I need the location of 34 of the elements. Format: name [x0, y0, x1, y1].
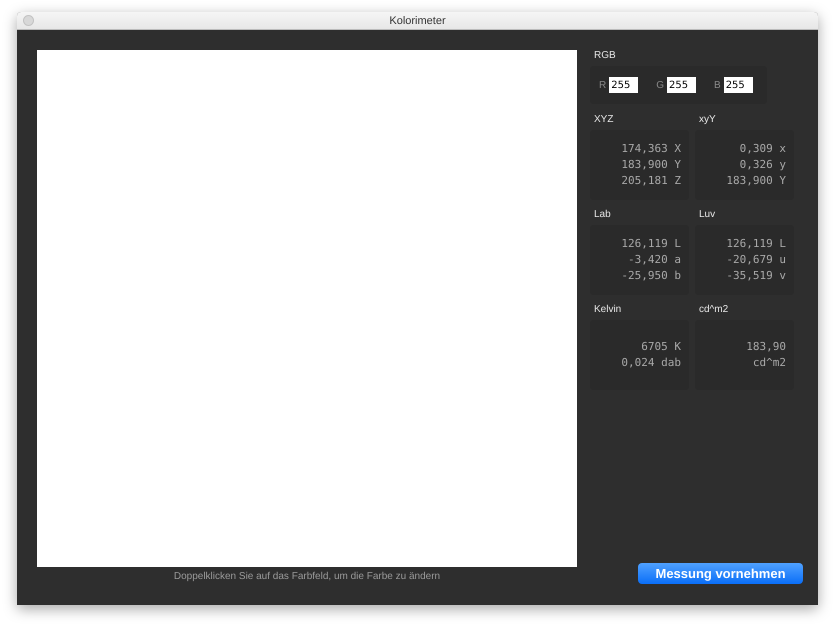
channel-input[interactable]: 255	[724, 77, 753, 93]
value-text: 126,119 L	[726, 236, 786, 252]
value-text: 0,024 dab	[621, 355, 681, 371]
panel-title: RGB	[593, 50, 617, 61]
channel-input[interactable]: 255	[667, 77, 696, 93]
channel-label: G	[656, 80, 664, 90]
panel-title: Luv	[698, 209, 716, 220]
panel-title: cd^m2	[698, 304, 730, 315]
measure-button[interactable]: Messung vornehmen	[638, 563, 803, 584]
color-swatch[interactable]	[37, 50, 577, 567]
value-text: -3,420 a	[628, 252, 681, 268]
value-text: 183,900 Y	[621, 157, 681, 173]
channel-label: B	[714, 80, 721, 90]
value-text: 0,326 y	[740, 157, 786, 173]
panel-title: XYZ	[593, 114, 614, 125]
value-text: -25,950 b	[621, 268, 681, 284]
close-button[interactable]	[23, 15, 34, 26]
panel-title: Kelvin	[593, 304, 622, 315]
value-text: 126,119 L	[621, 236, 681, 252]
panel-title: xyY	[698, 114, 717, 125]
value-text: 183,900 Y	[726, 173, 786, 189]
window-title: Kolorimeter	[389, 14, 446, 26]
hint-text: Doppelklicken Sie auf das Farbfeld, um die Farbe zu ändern	[174, 571, 440, 582]
channel-label: R	[599, 80, 606, 90]
value-text: cd^m2	[752, 355, 786, 371]
value-text: -20,679 u	[726, 252, 786, 268]
value-text: 174,363 X	[621, 141, 681, 157]
value-text: -35,519 v	[726, 268, 786, 284]
value-text: 205,181 Z	[621, 173, 681, 189]
value-text: 183,90	[746, 339, 786, 355]
value-text: 0,309 x	[740, 141, 786, 157]
channel-input[interactable]: 255	[609, 77, 638, 93]
value-text: 6705 K	[641, 339, 681, 355]
panel-title: Lab	[593, 209, 612, 220]
